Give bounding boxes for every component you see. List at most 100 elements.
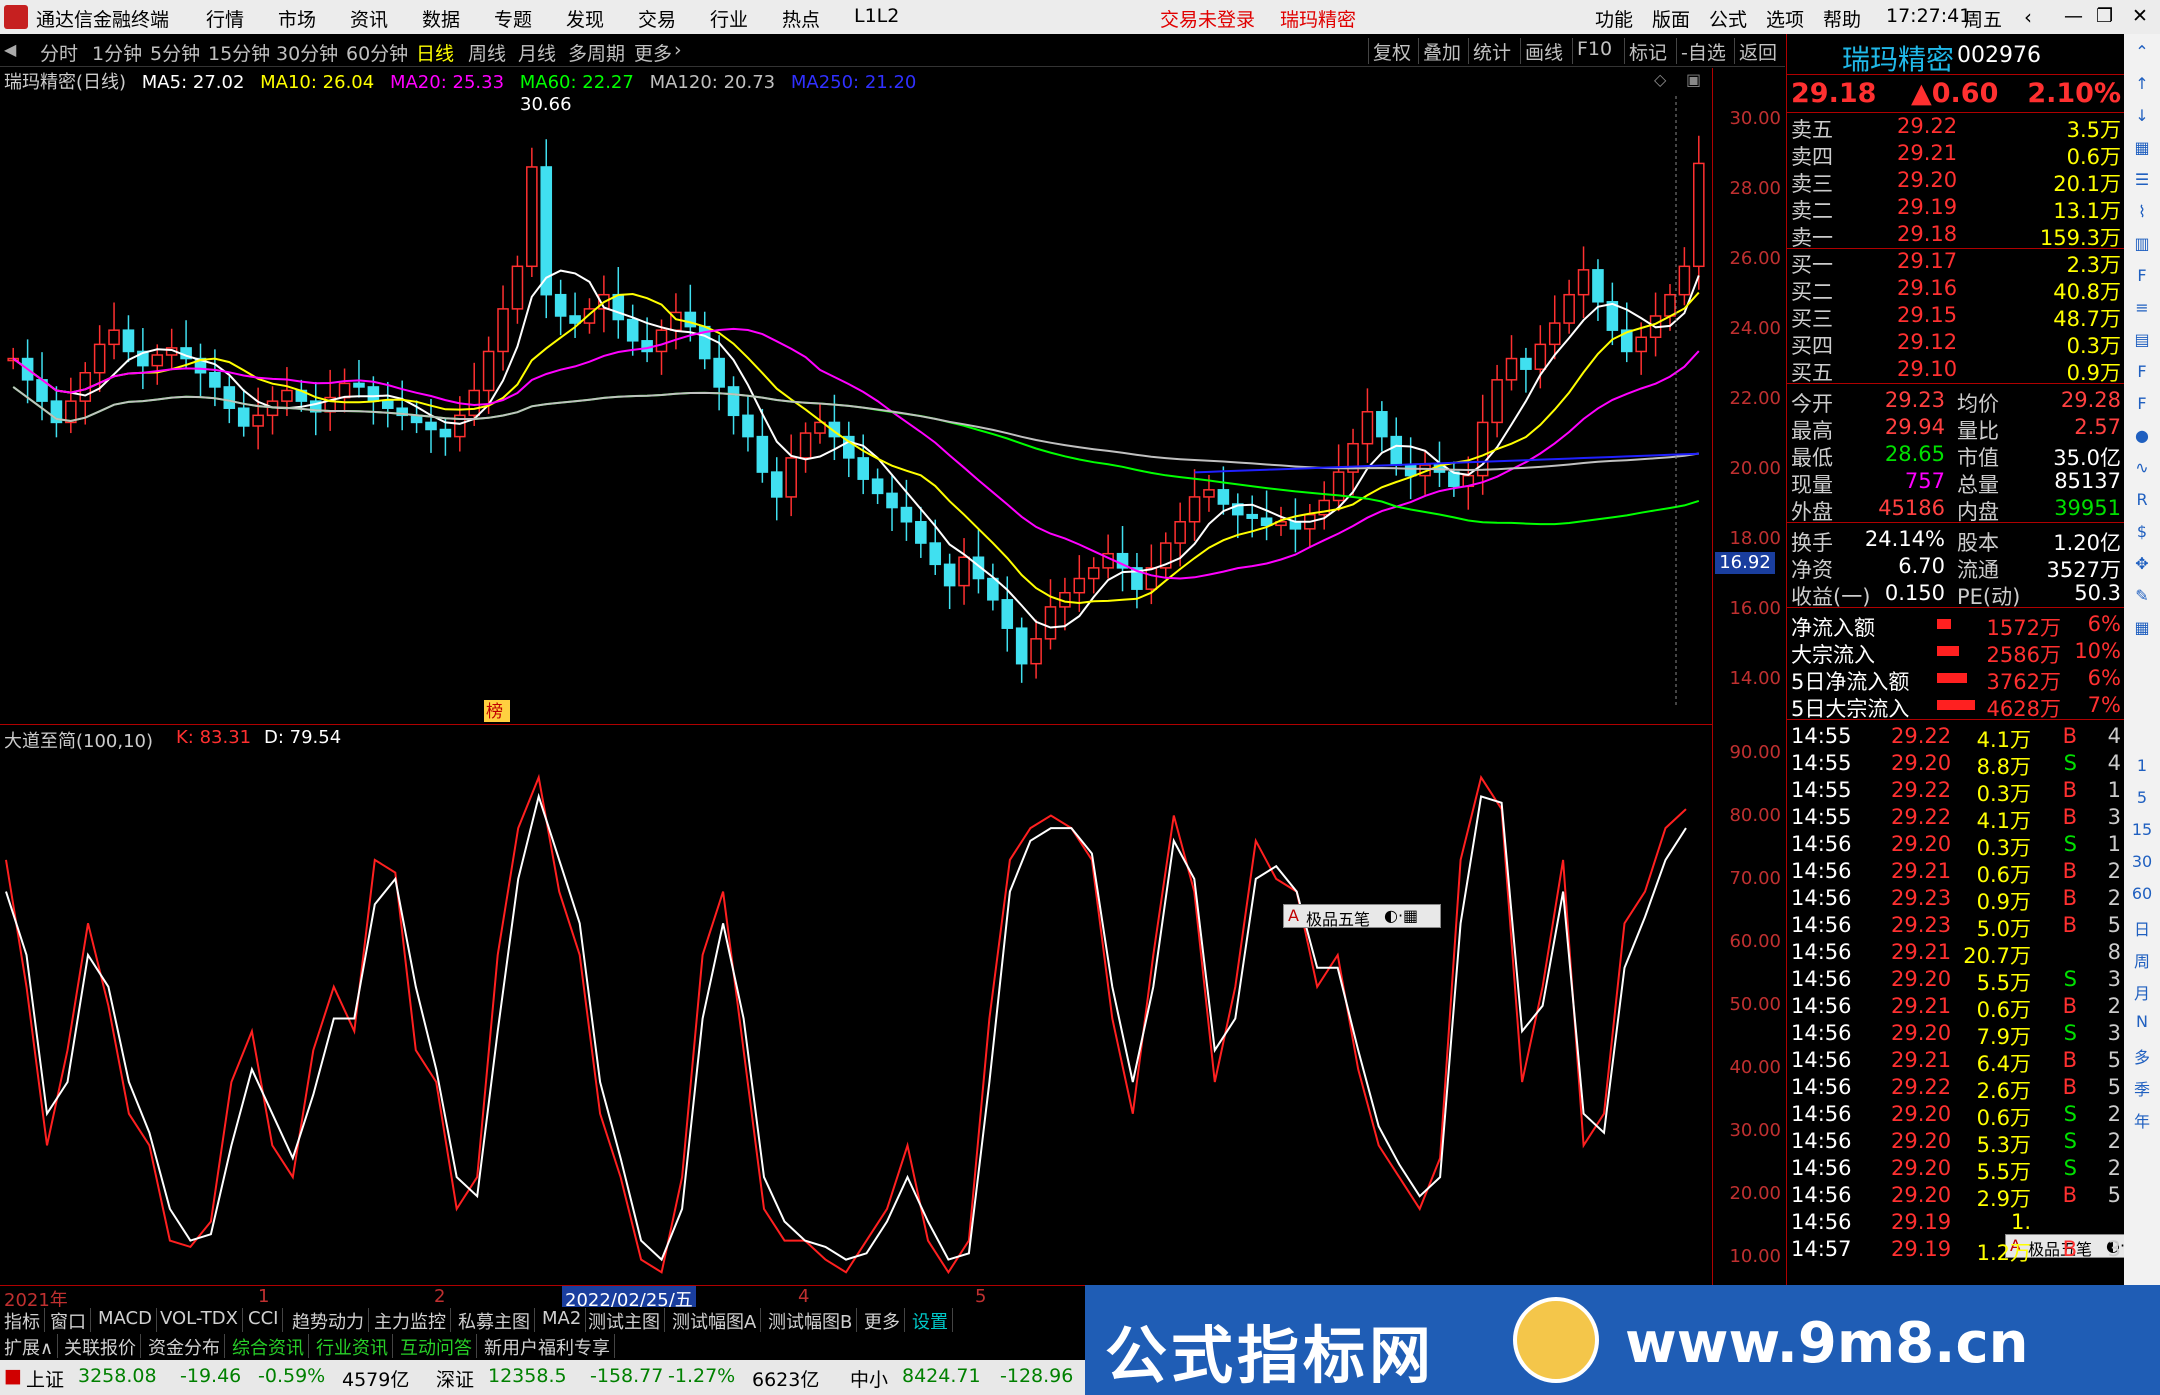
period-shortcut[interactable]: 30 bbox=[2130, 852, 2154, 876]
period-shortcut[interactable]: 60 bbox=[2130, 884, 2154, 908]
menu-hangye[interactable]: 行业 bbox=[710, 5, 748, 32]
chevron-up-icon[interactable]: ⌃ bbox=[2130, 42, 2154, 66]
f10-icon[interactable]: F bbox=[2130, 266, 2154, 290]
login-notice[interactable]: 交易未登录 bbox=[1160, 5, 1255, 32]
grid2-icon[interactable]: ▦ bbox=[2130, 618, 2154, 642]
minimize-icon[interactable]: — bbox=[2064, 5, 2083, 27]
period-shortcut[interactable]: 年 bbox=[2130, 1108, 2154, 1132]
tab-voltdx[interactable]: VOL-TDX bbox=[156, 1308, 243, 1332]
tab-zonghe[interactable]: 综合资讯 bbox=[228, 1334, 309, 1359]
menu-l1l2[interactable]: L1L2 bbox=[854, 5, 899, 27]
wave-icon[interactable]: ∿ bbox=[2130, 458, 2154, 482]
tf-30min[interactable]: 30分钟 bbox=[276, 39, 338, 66]
menu-banmian[interactable]: 版面 bbox=[1652, 5, 1690, 32]
tab-ceshi-b[interactable]: 测试幅图B bbox=[764, 1308, 858, 1333]
chevron-right-icon[interactable]: › bbox=[674, 39, 682, 61]
tool-fuquan[interactable]: 复权 bbox=[1368, 38, 1415, 64]
tool-fanhui[interactable]: 返回 bbox=[1734, 38, 1781, 64]
tool-diejia[interactable]: 叠加 bbox=[1418, 38, 1465, 64]
fund-icon[interactable]: ▤ bbox=[2130, 330, 2154, 354]
sh-label[interactable]: 上证 bbox=[26, 1365, 64, 1392]
tab-guanlian[interactable]: 关联报价 bbox=[60, 1334, 141, 1359]
restore-icon[interactable]: ❐ bbox=[2096, 5, 2113, 27]
menu-gongshi[interactable]: 公式 bbox=[1709, 5, 1747, 32]
tf-weekly[interactable]: 周线 bbox=[468, 39, 506, 66]
period-shortcut[interactable]: 季 bbox=[2130, 1076, 2154, 1100]
tool-zixuan[interactable]: -自选 bbox=[1676, 38, 1730, 64]
indicator-name[interactable]: 大道至简(100,10) bbox=[4, 727, 153, 753]
sz-label[interactable]: 深证 bbox=[436, 1365, 474, 1392]
list-icon[interactable]: ☰ bbox=[2130, 170, 2154, 194]
tab-cci[interactable]: CCI bbox=[244, 1308, 284, 1332]
tab-chuangkou[interactable]: 窗口 bbox=[46, 1308, 91, 1333]
menu-zhuanti[interactable]: 专题 bbox=[494, 5, 532, 32]
tool-biaoji[interactable]: 标记 bbox=[1624, 38, 1671, 64]
chart-icon[interactable]: ⌇ bbox=[2130, 202, 2154, 226]
menu-zixun[interactable]: 资讯 bbox=[350, 5, 388, 32]
tool-huaxian[interactable]: 画线 bbox=[1520, 38, 1567, 64]
menu-gongneng[interactable]: 功能 bbox=[1595, 5, 1633, 32]
period-shortcut[interactable]: 月 bbox=[2130, 980, 2154, 1004]
tf-daily[interactable]: 日线 bbox=[416, 39, 454, 66]
menu-shichang[interactable]: 市场 bbox=[278, 5, 316, 32]
tf-monthly[interactable]: 月线 bbox=[518, 39, 556, 66]
f2-icon[interactable]: F bbox=[2130, 362, 2154, 386]
bars-icon[interactable]: ▥ bbox=[2130, 234, 2154, 258]
menu-hangqing[interactable]: 行情 bbox=[206, 5, 244, 32]
tf-multi[interactable]: 多周期 bbox=[568, 39, 625, 66]
tf-5min[interactable]: 5分钟 bbox=[150, 39, 200, 66]
tab-shezhi[interactable]: 设置 bbox=[908, 1308, 953, 1333]
tab-zhuli[interactable]: 主力监控 bbox=[370, 1308, 451, 1333]
tool-f10[interactable]: F10 bbox=[1572, 38, 1616, 64]
tab-ma2[interactable]: MA2 bbox=[538, 1308, 587, 1332]
panel-toggle-icon[interactable]: ▣ bbox=[1686, 70, 1701, 89]
menu-redian[interactable]: 热点 bbox=[782, 5, 820, 32]
tool-tongji[interactable]: 统计 bbox=[1468, 38, 1515, 64]
tab-simu[interactable]: 私募主图 bbox=[454, 1308, 535, 1333]
period-shortcut[interactable]: 1 bbox=[2130, 756, 2154, 780]
close-icon[interactable]: ✕ bbox=[2132, 5, 2148, 27]
tf-1min[interactable]: 1分钟 bbox=[92, 39, 142, 66]
fio-icon[interactable]: ≡ bbox=[2130, 298, 2154, 322]
period-shortcut[interactable]: 周 bbox=[2130, 948, 2154, 972]
tf-15min[interactable]: 15分钟 bbox=[208, 39, 270, 66]
period-shortcut[interactable]: 日 bbox=[2130, 916, 2154, 940]
tab-macd[interactable]: MACD bbox=[94, 1308, 157, 1332]
tab-zhibiao[interactable]: 指标 bbox=[0, 1308, 45, 1333]
menu-jiaoyi[interactable]: 交易 bbox=[638, 5, 676, 32]
menu-xuanxiang[interactable]: 选项 bbox=[1766, 5, 1804, 32]
back-icon[interactable]: ‹ bbox=[2024, 5, 2032, 29]
arrow-up-icon[interactable]: ↑ bbox=[2130, 74, 2154, 98]
tf-more[interactable]: 更多 bbox=[634, 39, 672, 66]
menu-faxian[interactable]: 发现 bbox=[566, 5, 604, 32]
tab-zijin[interactable]: 资金分布 bbox=[144, 1334, 225, 1359]
tab-gengduo[interactable]: 更多 bbox=[860, 1308, 905, 1333]
arrow-down-icon[interactable]: ↓ bbox=[2130, 106, 2154, 130]
fi-icon[interactable]: F bbox=[2130, 394, 2154, 418]
tab-fuli[interactable]: 新用户福利专享 bbox=[480, 1334, 615, 1359]
tab-ceshi-a[interactable]: 测试幅图A bbox=[668, 1308, 762, 1333]
indicator-chart[interactable] bbox=[0, 752, 1712, 1285]
move-icon[interactable]: ✥ bbox=[2130, 554, 2154, 578]
menu-shuju[interactable]: 数据 bbox=[422, 5, 460, 32]
chevron-left-icon[interactable]: ◀ bbox=[4, 40, 16, 59]
tab-kuozhan[interactable]: 扩展∧ bbox=[0, 1334, 59, 1359]
tf-60min[interactable]: 60分钟 bbox=[346, 39, 408, 66]
period-shortcut[interactable]: 15 bbox=[2130, 820, 2154, 844]
pen-icon[interactable]: ✎ bbox=[2130, 586, 2154, 610]
rsi-icon[interactable]: R bbox=[2130, 490, 2154, 514]
grid-icon[interactable]: ▦ bbox=[2130, 138, 2154, 162]
diamond-icon[interactable]: ◇ bbox=[1654, 70, 1666, 89]
period-shortcut[interactable]: N bbox=[2130, 1012, 2154, 1036]
coin-icon[interactable]: $ bbox=[2130, 522, 2154, 546]
ime-moon-icon[interactable]: ◐·▦ bbox=[1384, 906, 1418, 925]
tab-qushi[interactable]: 趋势动力 bbox=[288, 1308, 369, 1333]
period-shortcut[interactable]: 5 bbox=[2130, 788, 2154, 812]
dot-icon[interactable]: ● bbox=[2130, 426, 2154, 450]
tab-hangye[interactable]: 行业资讯 bbox=[312, 1334, 393, 1359]
menu-bangzhu[interactable]: 帮助 bbox=[1823, 5, 1861, 32]
kline-chart[interactable]: 30.66 榜 bbox=[0, 96, 1712, 724]
period-shortcut[interactable]: 多 bbox=[2130, 1044, 2154, 1068]
ime-toolbar[interactable]: A 极品五笔 ◐·▦ bbox=[1283, 904, 1441, 929]
tab-ceshi-zhu[interactable]: 测试主图 bbox=[584, 1308, 665, 1333]
